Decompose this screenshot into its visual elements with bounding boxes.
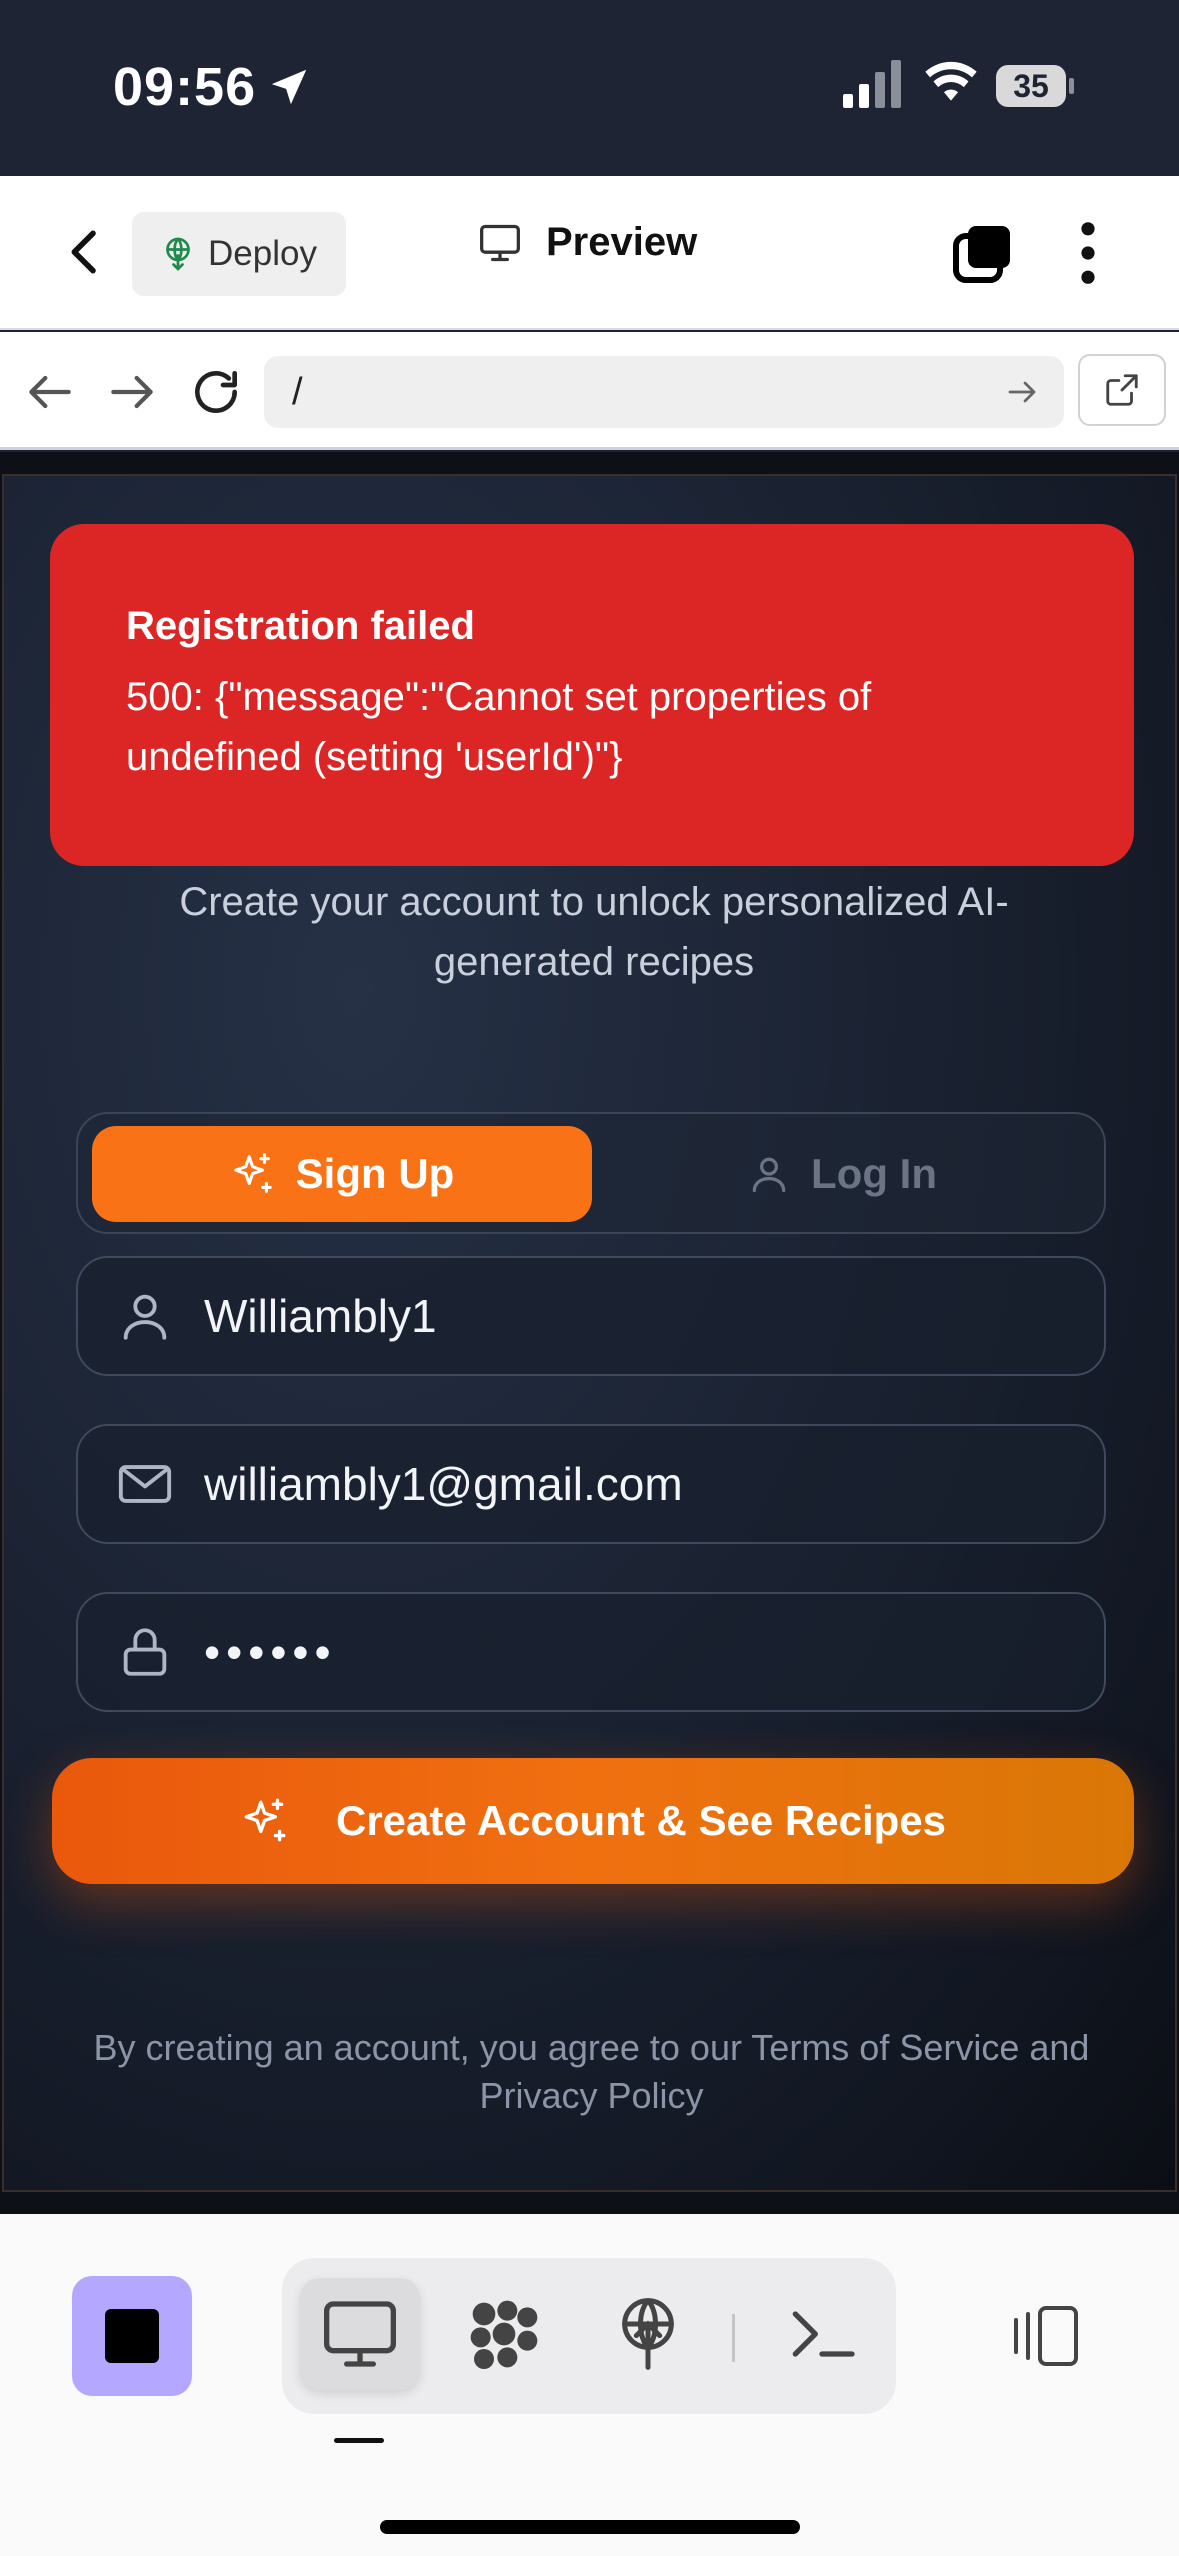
username-value: Williambly1 <box>204 1290 437 1342</box>
preview-label: Preview <box>546 220 698 264</box>
battery-level: 35 <box>1013 68 1049 104</box>
tab-log-in-label: Log In <box>811 1150 937 1197</box>
create-account-label: Create Account & See Recipes <box>335 1797 946 1844</box>
error-toast[interactable]: Registration failed 500: {"message":"Can… <box>50 524 1134 866</box>
monitor-icon <box>480 224 520 261</box>
password-value: •••••• <box>204 1626 337 1678</box>
mail-icon <box>118 1465 172 1503</box>
apps-grid-icon[interactable] <box>464 2294 544 2374</box>
terminal-icon[interactable] <box>782 2294 862 2374</box>
battery-icon: 35 <box>995 64 1075 108</box>
location-arrow-icon <box>271 69 307 105</box>
tabs-icon[interactable] <box>950 222 1014 286</box>
app-preview: Registration failed 500: {"message":"Can… <box>0 452 1179 2214</box>
deploy-label: Deploy <box>208 234 317 273</box>
page-subtitle: Create your account to unlock personaliz… <box>179 880 1009 984</box>
sparkles-icon <box>233 1153 272 1193</box>
more-vertical-icon[interactable] <box>1070 220 1106 286</box>
url-text: / <box>292 371 303 413</box>
url-bar: / <box>0 332 1179 450</box>
open-external-button[interactable] <box>1078 354 1166 426</box>
stop-button[interactable] <box>72 2276 192 2396</box>
auth-tabs: Sign Up Log In <box>76 1112 1106 1234</box>
password-field[interactable]: •••••• <box>76 1592 1106 1712</box>
app-bar: Deploy Preview <box>0 176 1179 330</box>
preview-tab[interactable]: Preview <box>478 220 697 265</box>
status-time: 09:56 <box>113 57 257 117</box>
legal-text: By creating an account, you agree to our… <box>93 2027 1090 2116</box>
email-field[interactable]: williambly1@gmail.com <box>76 1424 1106 1544</box>
preview-frame: Registration failed 500: {"message":"Can… <box>2 474 1177 2192</box>
toast-title: Registration failed <box>126 604 475 648</box>
toast-message: 500: {"message":"Cannot set properties o… <box>126 675 872 779</box>
status-bar: 09:56 35 <box>0 0 1179 176</box>
username-field[interactable]: Williambly1 <box>76 1256 1106 1376</box>
tool-separator <box>732 2314 735 2362</box>
globe-deploy-icon <box>166 237 190 271</box>
sparkles-icon <box>244 1798 286 1842</box>
tab-sign-up-label: Sign Up <box>295 1150 455 1197</box>
create-account-button[interactable]: Create Account & See Recipes <box>52 1758 1134 1884</box>
home-indicator <box>380 2520 800 2534</box>
bottom-toolbar <box>0 2214 1179 2556</box>
user-icon <box>752 1157 786 1193</box>
lock-icon <box>123 1628 167 1676</box>
email-value: williambly1@gmail.com <box>204 1458 683 1510</box>
wifi-icon <box>925 61 977 101</box>
user-icon <box>123 1294 167 1340</box>
external-link-icon <box>1106 374 1138 406</box>
url-input[interactable]: / <box>264 356 1064 428</box>
deploy-button[interactable]: Deploy <box>132 212 346 296</box>
split-view-icon[interactable] <box>1010 2304 1082 2368</box>
arrow-right-icon[interactable] <box>104 364 160 420</box>
tool-group <box>282 2258 896 2414</box>
arrow-left-icon[interactable] <box>22 364 78 420</box>
deploy-icon[interactable] <box>608 2294 688 2374</box>
signal-icon <box>843 60 901 108</box>
active-indicator <box>334 2438 384 2443</box>
arrow-go-icon[interactable] <box>1004 374 1040 410</box>
stop-icon <box>105 2309 159 2363</box>
tab-log-in[interactable]: Log In <box>592 1126 1092 1222</box>
chevron-left-icon[interactable] <box>58 222 114 282</box>
reload-icon[interactable] <box>188 364 244 420</box>
monitor-icon[interactable] <box>320 2294 400 2374</box>
tab-sign-up[interactable]: Sign Up <box>92 1126 592 1222</box>
